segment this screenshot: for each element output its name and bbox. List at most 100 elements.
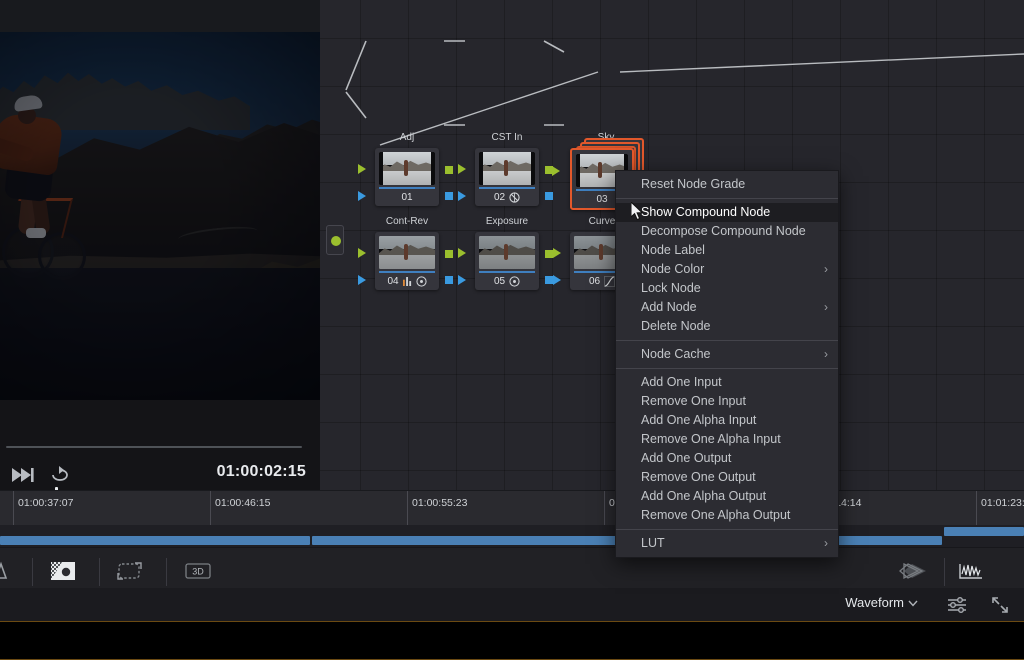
alpha-matte-icon[interactable]: [48, 558, 78, 584]
menu-item-label: Node Label: [641, 243, 705, 257]
timeline-ruler[interactable]: 01:00:37:07 01:00:46:15 01:00:55:23 01:0…: [0, 490, 1024, 525]
node-02-rgb-input[interactable]: [458, 164, 466, 174]
menu-item-label: Node Color: [641, 262, 704, 276]
menu-item-add-one-input[interactable]: Add One Input: [616, 373, 838, 392]
timeline-clip[interactable]: [0, 536, 310, 545]
node-05-body[interactable]: 05: [475, 232, 539, 290]
node-06-rgb-input[interactable]: [553, 248, 561, 258]
loop-icon[interactable]: [48, 462, 72, 491]
viewer-timecode[interactable]: 01:00:02:15: [217, 463, 306, 481]
node-02-body[interactable]: 02: [475, 148, 539, 206]
node-03-rgb-input[interactable]: [552, 166, 560, 176]
node-05-label: Exposure: [475, 216, 539, 227]
toolbar-divider: [32, 558, 33, 586]
viewer-image[interactable]: [0, 32, 320, 400]
node-05-exposure[interactable]: Exposure 05: [475, 232, 539, 290]
menu-item-remove-one-input[interactable]: Remove One Input: [616, 392, 838, 411]
node-01-rgb-input[interactable]: [358, 164, 366, 174]
next-clip-icon[interactable]: [10, 464, 36, 491]
menu-item-decompose-compound-node[interactable]: Decompose Compound Node: [616, 222, 838, 241]
menu-item-remove-one-output[interactable]: Remove One Output: [616, 468, 838, 487]
scopes-icon[interactable]: [956, 558, 986, 584]
menu-separator: [616, 340, 838, 341]
ruler-tick: [407, 491, 408, 526]
menu-item-add-one-output[interactable]: Add One Output: [616, 449, 838, 468]
menu-item-remove-one-alpha-output[interactable]: Remove One Alpha Output: [616, 506, 838, 525]
menu-item-node-color[interactable]: Node Color ›: [616, 260, 838, 279]
node-01-adj[interactable]: Adj 01: [375, 148, 439, 206]
power-window-icon: [416, 276, 427, 287]
menu-item-lock-node[interactable]: Lock Node: [616, 279, 838, 298]
node-05-alpha-input[interactable]: [458, 275, 466, 285]
menu-item-show-compound-node[interactable]: Show Compound Node: [616, 203, 838, 222]
three-d-icon[interactable]: 3D: [183, 558, 213, 584]
node-01-alpha-input[interactable]: [358, 191, 366, 201]
node-04-body[interactable]: 04: [375, 232, 439, 290]
node-04-number: 04: [387, 276, 398, 287]
menu-item-label: Delete Node: [641, 319, 711, 333]
sliders-icon[interactable]: [946, 594, 968, 619]
menu-item-label: Add One Input: [641, 375, 722, 389]
node-06-alpha-input[interactable]: [553, 275, 561, 285]
menu-item-lut[interactable]: LUT ›: [616, 534, 838, 553]
node-05-alpha-output[interactable]: [545, 276, 553, 284]
bottom-black-area: [0, 621, 1024, 660]
menu-item-delete-node[interactable]: Delete Node: [616, 317, 838, 336]
node-04-alpha-input[interactable]: [358, 275, 366, 285]
source-node-output-dot: [331, 236, 341, 246]
source-node[interactable]: [326, 225, 344, 255]
color-space-transform-icon: [509, 192, 520, 203]
menu-item-label: Decompose Compound Node: [641, 224, 806, 238]
node-04-alpha-output[interactable]: [445, 276, 453, 284]
transform-icon[interactable]: [115, 558, 145, 584]
node-04-label: Cont-Rev: [375, 216, 439, 227]
menu-item-label: Reset Node Grade: [641, 177, 745, 191]
scope-status-bar: Waveform: [0, 588, 1024, 621]
node-context-menu[interactable]: Reset Node Grade Show Compound Node Deco…: [615, 170, 839, 558]
ruler-tick-label: 01:00:55:23: [412, 497, 467, 509]
ruler-tick: [604, 491, 605, 526]
node-04-cont-rev[interactable]: Cont-Rev 04: [375, 232, 439, 290]
node-01-rgb-output[interactable]: [445, 166, 453, 174]
node-01-alpha-output[interactable]: [445, 192, 453, 200]
davinci-resolve-color-page: 01:00:02:15 Adj: [0, 0, 1024, 660]
toolbar-divider: [944, 558, 945, 586]
menu-item-remove-one-alpha-input[interactable]: Remove One Alpha Input: [616, 430, 838, 449]
menu-item-reset-node-grade[interactable]: Reset Node Grade: [616, 175, 838, 194]
menu-item-add-node[interactable]: Add Node ›: [616, 298, 838, 317]
node-04-rgb-output[interactable]: [445, 250, 453, 258]
node-05-footer: 05: [479, 273, 535, 290]
image-cyclist: [0, 90, 86, 342]
menu-item-label: Show Compound Node: [641, 205, 770, 219]
node-editor-icon[interactable]: [0, 558, 18, 584]
curve-icon: [604, 276, 615, 287]
node-02-alpha-output[interactable]: [545, 192, 553, 200]
chevron-down-icon[interactable]: [906, 596, 920, 615]
chevron-right-icon: ›: [824, 298, 828, 317]
menu-item-label: Add One Output: [641, 451, 731, 465]
node-04-thumbnail: [379, 236, 435, 269]
menu-item-add-one-alpha-output[interactable]: Add One Alpha Output: [616, 487, 838, 506]
scrubber-track[interactable]: [6, 446, 302, 448]
node-03-number: 03: [596, 194, 607, 205]
node-02-alpha-input[interactable]: [458, 191, 466, 201]
menu-item-add-one-alpha-input[interactable]: Add One Alpha Input: [616, 411, 838, 430]
node-04-rgb-input[interactable]: [358, 248, 366, 258]
node-01-thumbnail: [379, 152, 435, 185]
node-01-body[interactable]: 01: [375, 148, 439, 206]
timeline-clip[interactable]: [944, 527, 1024, 536]
scope-mode-label[interactable]: Waveform: [845, 595, 904, 610]
node-05-rgb-output[interactable]: [545, 250, 553, 258]
node-02-cst-in[interactable]: CST In 02: [475, 148, 539, 206]
divider-line: [0, 621, 1024, 622]
node-05-rgb-input[interactable]: [458, 248, 466, 258]
layers-icon[interactable]: [898, 558, 932, 584]
timeline-clips-strip[interactable]: [0, 525, 1024, 547]
menu-item-node-label[interactable]: Node Label: [616, 241, 838, 260]
node-05-number: 05: [494, 276, 505, 287]
menu-item-label: Lock Node: [641, 281, 701, 295]
cyclist-helmet: [13, 94, 43, 112]
menu-item-label: Remove One Output: [641, 470, 756, 484]
menu-item-node-cache[interactable]: Node Cache ›: [616, 345, 838, 364]
expand-icon[interactable]: [990, 595, 1010, 620]
